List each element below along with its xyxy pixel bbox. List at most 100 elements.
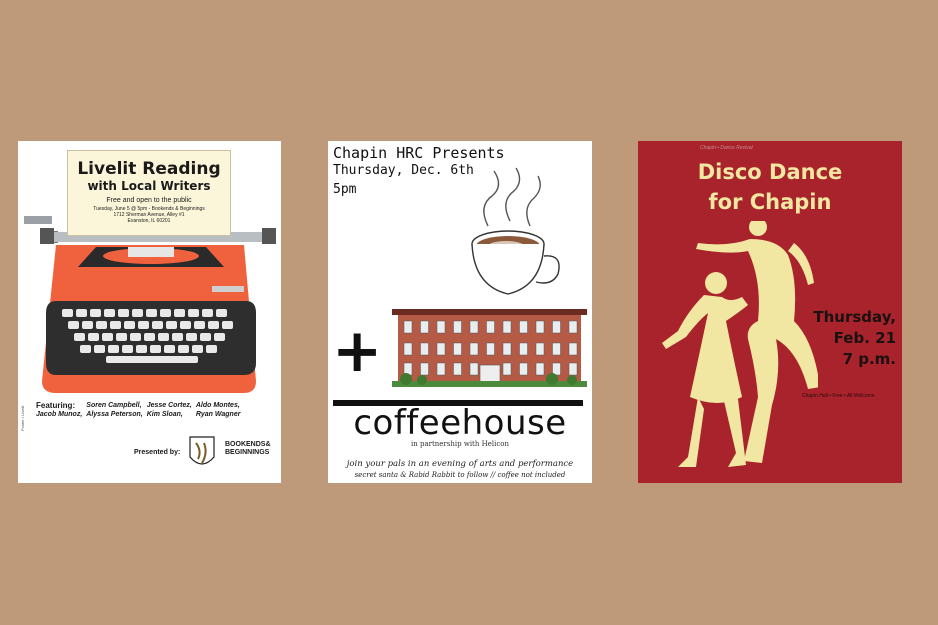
typewriter-key bbox=[186, 333, 197, 341]
building-window bbox=[403, 320, 413, 334]
typewriter-key bbox=[116, 333, 127, 341]
poster3-date-line3: 7 p.m. bbox=[842, 350, 896, 368]
coffee-cup-icon bbox=[471, 167, 560, 295]
typewriter-key bbox=[118, 309, 129, 317]
poster3-date: Thursday, Feb. 21 7 p.m. bbox=[813, 307, 896, 370]
typewriter-key bbox=[88, 333, 99, 341]
presented-by-label: Presented by: bbox=[134, 449, 181, 456]
poster2-line2: Thursday, Dec. 6th bbox=[333, 163, 474, 178]
poster1-free: Free and open to the public bbox=[106, 197, 192, 204]
building-window bbox=[519, 362, 528, 376]
typewriter-key bbox=[166, 321, 177, 329]
building-window bbox=[535, 320, 545, 334]
secret-text: secret santa & Rabid Rabbit to follow //… bbox=[354, 471, 566, 479]
building-window bbox=[535, 342, 545, 356]
building-window bbox=[502, 320, 512, 334]
typewriter-key bbox=[80, 345, 91, 353]
typewriter-key bbox=[194, 321, 205, 329]
typewriter-key bbox=[122, 345, 133, 353]
writer-name: Jacob Munoz, bbox=[36, 411, 83, 418]
bookends-logo-line2: BEGINNINGS bbox=[225, 449, 270, 456]
poster3-bottom-small: Chapin Hall • Free • All Welcome bbox=[802, 393, 875, 399]
featured-writers: Featuring: Soren Campbell, Jesse Cortez,… bbox=[36, 401, 276, 419]
chapin-crest-icon bbox=[189, 436, 215, 465]
building-window bbox=[568, 320, 578, 334]
bookends-logo: BOOKENDS& BEGINNINGS bbox=[225, 441, 271, 457]
building-window bbox=[469, 342, 479, 356]
typewriter-key bbox=[62, 309, 73, 317]
typewriter-key bbox=[82, 321, 93, 329]
typewriter-key bbox=[108, 345, 119, 353]
building-window bbox=[420, 362, 429, 376]
writer-name: Aldo Montes, bbox=[195, 402, 240, 409]
poster3-title: Disco Dance for Chapin bbox=[638, 157, 902, 217]
typewriter-key bbox=[68, 321, 79, 329]
poster3-title-line1: Disco Dance bbox=[697, 160, 843, 184]
typewriter-key bbox=[74, 333, 85, 341]
typewriter-key bbox=[160, 309, 171, 317]
building-window bbox=[469, 362, 479, 376]
typewriter-key bbox=[200, 333, 211, 341]
typewriter-key bbox=[130, 333, 141, 341]
typewriter-key bbox=[150, 345, 161, 353]
poster3-title-line2: for Chapin bbox=[708, 190, 832, 214]
building-window bbox=[453, 342, 462, 356]
typewriter-key bbox=[138, 321, 149, 329]
poster-coffeehouse: Chapin HRC Presents Thursday, Dec. 6th 5… bbox=[328, 141, 592, 483]
typewriter-key bbox=[104, 309, 115, 317]
typewriter-key bbox=[102, 333, 113, 341]
building-window bbox=[519, 320, 528, 334]
featuring-label: Featuring: bbox=[36, 401, 76, 410]
typewriter-key bbox=[110, 321, 121, 329]
partnership-text: in partnership with Helicon bbox=[411, 440, 509, 448]
typewriter-key bbox=[216, 309, 227, 317]
poster2-line3: 5pm bbox=[333, 182, 357, 197]
typewriter-key bbox=[90, 309, 101, 317]
writer-name: Ryan Wagner bbox=[195, 411, 241, 418]
typewriter-key bbox=[136, 345, 147, 353]
bookends-logo-line1: BOOKENDS& bbox=[225, 441, 271, 448]
building-window bbox=[453, 362, 462, 376]
typewriter-key bbox=[214, 333, 225, 341]
building-window bbox=[436, 362, 446, 376]
building-window bbox=[552, 362, 561, 376]
typewriter-key bbox=[222, 321, 233, 329]
typewriter-key bbox=[146, 309, 157, 317]
building-window bbox=[486, 320, 495, 334]
writer-name: Alyssa Peterson, bbox=[86, 411, 143, 418]
poster1-side-text: Poster • Livelit bbox=[20, 405, 25, 431]
typewriter-key bbox=[152, 321, 163, 329]
writer-name: Soren Campbell, bbox=[86, 402, 142, 409]
plus-sign: + bbox=[332, 316, 383, 386]
typewriter-key bbox=[124, 321, 135, 329]
coffeehouse-title: coffeehouse bbox=[353, 403, 567, 443]
building-window bbox=[420, 320, 429, 334]
building-window bbox=[502, 342, 512, 356]
typewriter-key bbox=[206, 345, 217, 353]
poster3-top-small: Chapin • Dance Revival bbox=[700, 145, 753, 151]
building-window bbox=[535, 362, 545, 376]
typewriter-key bbox=[180, 321, 191, 329]
poster1-address2: Evanston, IL 60201 bbox=[127, 218, 171, 224]
building-window bbox=[568, 362, 578, 376]
typewriter-key bbox=[96, 321, 107, 329]
poster1-title: Livelit Reading bbox=[77, 159, 221, 179]
building-window bbox=[486, 342, 495, 356]
paper-sheet: Livelit Reading with Local Writers Free … bbox=[67, 150, 231, 236]
typewriter-key bbox=[188, 309, 199, 317]
building-window bbox=[453, 320, 462, 334]
building-window bbox=[519, 342, 528, 356]
building-window bbox=[403, 342, 413, 356]
building-illustration bbox=[392, 309, 587, 387]
poster2-line1: Chapin HRC Presents bbox=[333, 144, 505, 162]
typewriter-key bbox=[178, 345, 189, 353]
typewriter-key bbox=[192, 345, 203, 353]
building-window bbox=[568, 342, 578, 356]
building-window bbox=[552, 320, 561, 334]
writer-name: Kim Sloan, bbox=[146, 411, 183, 418]
typewriter-key bbox=[164, 345, 175, 353]
poster3-date-line1: Thursday, bbox=[813, 308, 896, 326]
building-window bbox=[502, 362, 512, 376]
building-window bbox=[436, 342, 446, 356]
building-window bbox=[436, 320, 446, 334]
